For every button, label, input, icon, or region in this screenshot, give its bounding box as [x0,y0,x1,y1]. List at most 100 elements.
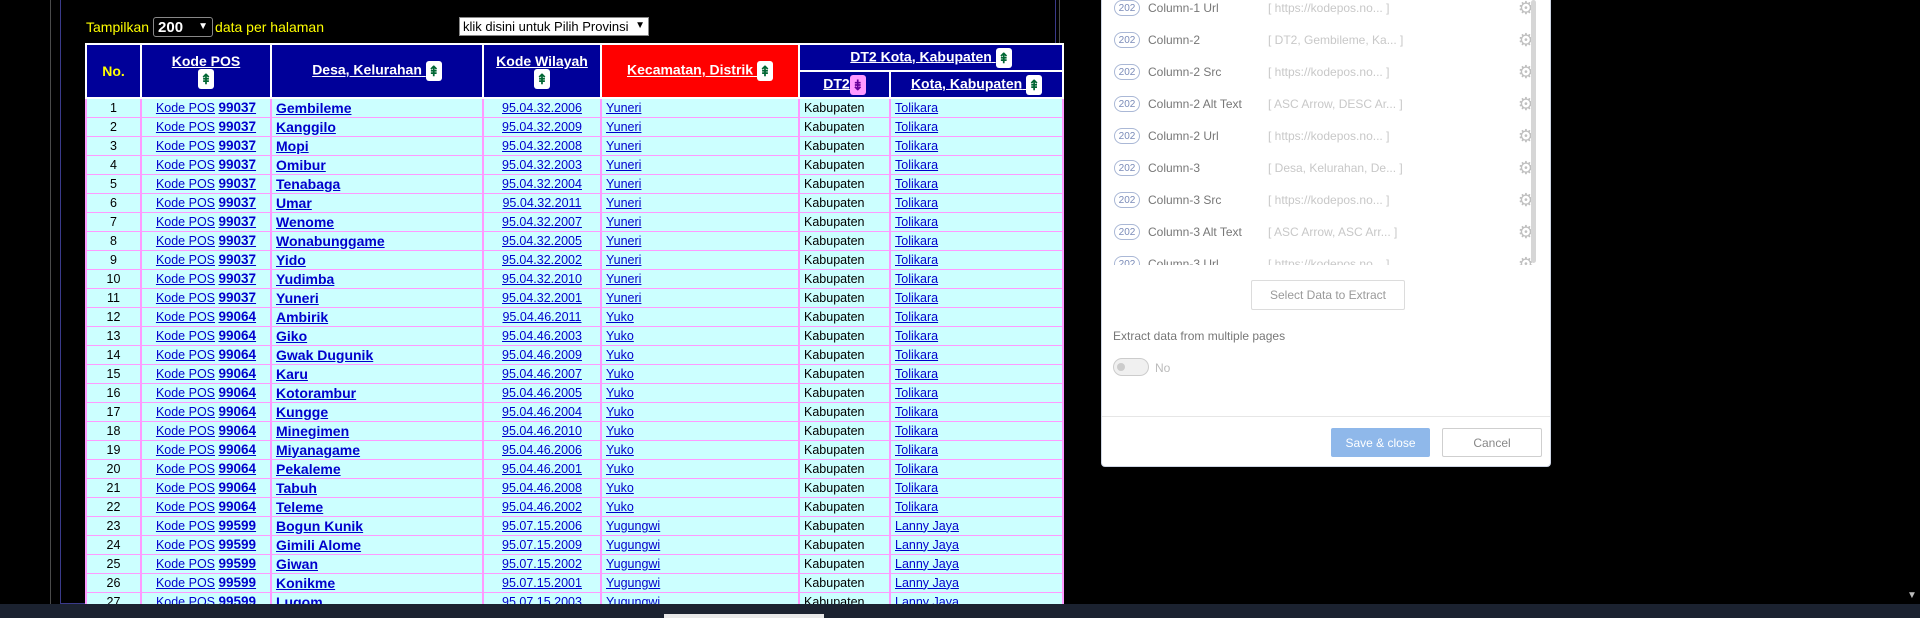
kecamatan-link[interactable]: Yuneri [606,234,641,248]
kota-link[interactable]: Tolikara [895,481,938,495]
kode-pos-link[interactable]: Kode POS [156,500,215,514]
column-row[interactable]: 202 Column-2 Src [ https://kodepos.no... ]… [1114,56,1534,88]
desa-link[interactable]: Mopi [276,138,309,154]
kecamatan-link[interactable]: Yugungwi [606,519,660,533]
header-kode-pos[interactable]: Kode POS ⇞ [140,43,272,99]
header-kode-wilayah[interactable]: Kode Wilayah ⇞ [482,43,602,99]
column-row[interactable]: 202 Column-2[ DT2, Gembileme, Ka... ] ⚙ [1114,24,1534,56]
kecamatan-link[interactable]: Yugungwi [606,576,660,590]
kode-wilayah-link[interactable]: 95.04.32.2004 [502,177,582,191]
kode-wilayah-link[interactable]: 95.04.46.2007 [502,367,582,381]
kode-pos-link[interactable]: Kode POS [156,177,215,191]
postal-code-link[interactable]: 99064 [219,385,257,400]
kode-pos-link[interactable]: Kode POS [156,557,215,571]
kode-pos-link[interactable]: Kode POS [156,329,215,343]
postal-code-link[interactable]: 99037 [219,157,257,172]
kota-link[interactable]: Tolikara [895,462,938,476]
postal-code-link[interactable]: 99037 [219,214,257,229]
postal-code-link[interactable]: 99599 [219,575,257,590]
sort-asc-icon[interactable]: ⇞ [425,61,442,81]
kode-wilayah-link[interactable]: 95.04.32.2002 [502,253,582,267]
kecamatan-link[interactable]: Yuneri [606,139,641,153]
kode-pos-link[interactable]: Kode POS [156,576,215,590]
desa-link[interactable]: Kotorambur [276,385,356,401]
kecamatan-link[interactable]: Yuko [606,424,634,438]
kode-pos-link[interactable]: Kode POS [156,101,215,115]
kota-link[interactable]: Lanny Jaya [895,538,959,552]
kode-wilayah-link[interactable]: 95.07.15.2009 [502,538,582,552]
column-list-scrollbar[interactable] [1531,0,1536,263]
kecamatan-link[interactable]: Yuko [606,367,634,381]
postal-code-link[interactable]: 99064 [219,480,257,495]
column-row[interactable]: 202 Column-3 Alt Text [ ASC Arrow, ASC Arr… [1114,216,1534,248]
desa-link[interactable]: Gimili Alome [276,537,361,553]
kecamatan-link[interactable]: Yuneri [606,291,641,305]
header-kota[interactable]: Kota, Kabupaten ⇞ [889,70,1064,99]
desa-link[interactable]: Minegimen [276,423,349,439]
kode-pos-link[interactable]: Kode POS [156,139,215,153]
kota-link[interactable]: Tolikara [895,386,938,400]
kode-pos-link[interactable]: Kode POS [156,253,215,267]
postal-code-link[interactable]: 99599 [219,537,257,552]
kota-link[interactable]: Tolikara [895,443,938,457]
kode-wilayah-link[interactable]: 95.04.46.2003 [502,329,582,343]
kota-link[interactable]: Tolikara [895,291,938,305]
kota-link[interactable]: Tolikara [895,424,938,438]
kode-wilayah-link[interactable]: 95.07.15.2006 [502,519,582,533]
sort-desc-icon[interactable]: ⇟ [849,74,866,95]
desa-link[interactable]: Gembileme [276,100,351,116]
column-row[interactable]: 202 Column-2 Alt Text [ ASC Arrow, DESC Ar… [1114,88,1534,120]
kecamatan-link[interactable]: Yuko [606,405,634,419]
desa-link[interactable]: Teleme [276,499,323,515]
header-desa[interactable]: Desa, Kelurahan ⇞ [270,43,484,99]
kecamatan-link[interactable]: Yuneri [606,177,641,191]
kota-link[interactable]: Lanny Jaya [895,576,959,590]
kode-wilayah-link[interactable]: 95.04.46.2005 [502,386,582,400]
kota-link[interactable]: Tolikara [895,139,938,153]
kode-pos-link[interactable]: Kode POS [156,462,215,476]
kode-wilayah-link[interactable]: 95.04.46.2011 [502,310,581,324]
kode-wilayah-link[interactable]: 95.04.32.2010 [502,272,582,286]
select-data-button[interactable]: Select Data to Extract [1251,280,1405,310]
desa-link[interactable]: Pekaleme [276,461,341,477]
multi-page-toggle[interactable] [1113,358,1149,376]
desa-link[interactable]: Bogun Kunik [276,518,363,534]
kota-link[interactable]: Tolikara [895,310,938,324]
postal-code-link[interactable]: 99037 [219,119,257,134]
kode-pos-link[interactable]: Kode POS [156,538,215,552]
column-row[interactable]: 202 Column-1 Url [ https://kodepos.no... ]… [1114,0,1534,24]
sort-asc-icon[interactable]: ⇞ [756,61,773,81]
sort-asc-icon[interactable]: ⇞ [198,69,214,89]
postal-code-link[interactable]: 99037 [219,252,257,267]
postal-code-link[interactable]: 99037 [219,138,257,153]
kode-pos-link[interactable]: Kode POS [156,424,215,438]
kecamatan-link[interactable]: Yugungwi [606,538,660,552]
kota-link[interactable]: Tolikara [895,234,938,248]
desa-link[interactable]: Kanggilo [276,119,336,135]
kode-wilayah-link[interactable]: 95.04.32.2003 [502,158,582,172]
kecamatan-link[interactable]: Yuko [606,329,634,343]
kode-wilayah-link[interactable]: 95.04.46.2006 [502,443,582,457]
postal-code-link[interactable]: 99064 [219,347,257,362]
kecamatan-link[interactable]: Yugungwi [606,557,660,571]
kecamatan-link[interactable]: Yuko [606,443,634,457]
kode-pos-link[interactable]: Kode POS [156,443,215,457]
desa-link[interactable]: Ambirik [276,309,328,325]
column-row[interactable]: 202 Column-2 Url [ https://kodepos.no... ]… [1114,120,1534,152]
kota-link[interactable]: Tolikara [895,120,938,134]
postal-code-link[interactable]: 99599 [219,556,257,571]
kecamatan-link[interactable]: Yuneri [606,158,641,172]
postal-code-link[interactable]: 99064 [219,366,257,381]
desa-link[interactable]: Wonabunggame [276,233,385,249]
desa-link[interactable]: Gwak Dugunik [276,347,373,363]
desa-link[interactable]: Giko [276,328,307,344]
header-dt2-group[interactable]: DT2 Kota, Kabupaten ⇞ [798,43,1064,72]
kode-pos-link[interactable]: Kode POS [156,196,215,210]
postal-code-link[interactable]: 99037 [219,233,257,248]
kota-link[interactable]: Tolikara [895,500,938,514]
desa-link[interactable]: Yuneri [276,290,319,306]
kode-wilayah-link[interactable]: 95.04.32.2008 [502,139,582,153]
postal-code-link[interactable]: 99037 [219,271,257,286]
sort-asc-icon[interactable]: ⇞ [1026,74,1043,95]
kode-pos-link[interactable]: Kode POS [156,310,215,324]
